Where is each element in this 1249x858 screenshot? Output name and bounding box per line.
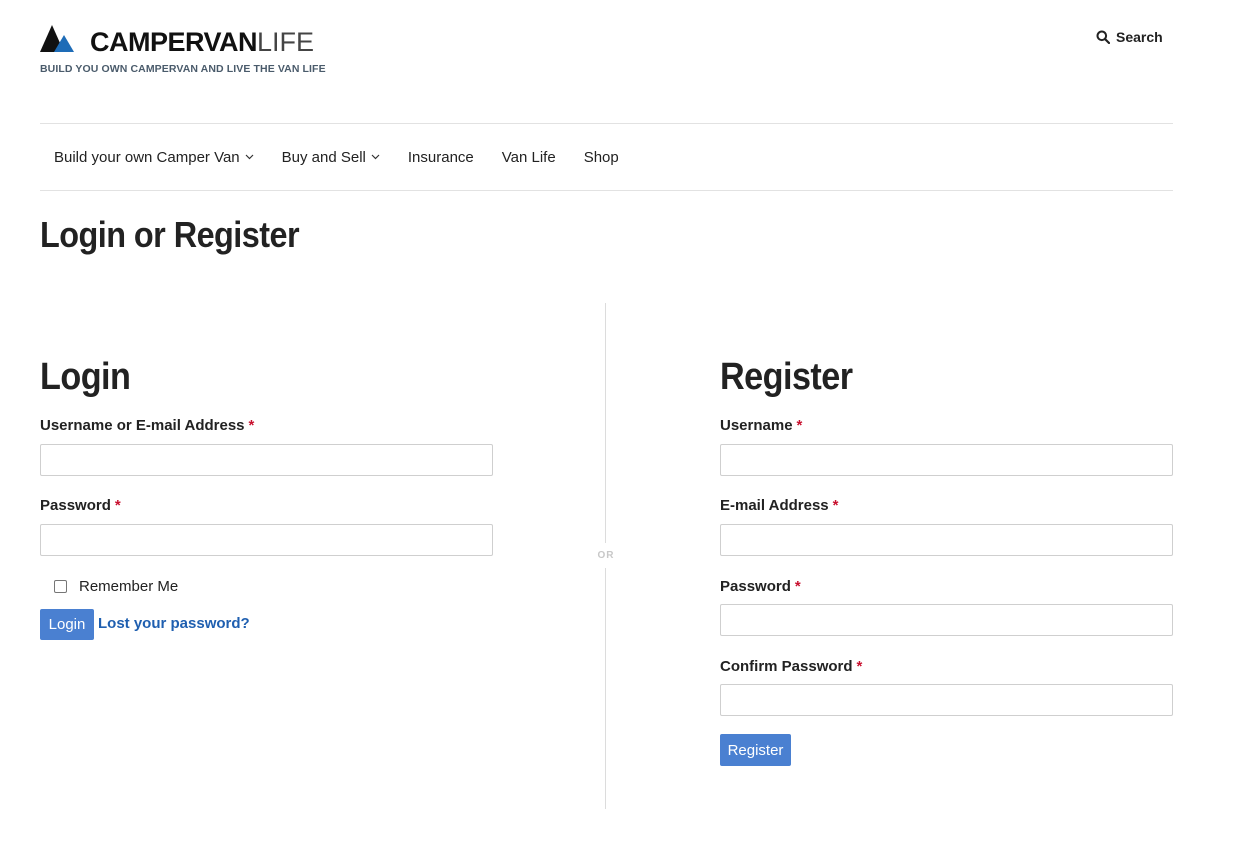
required-marker: * [114, 497, 121, 514]
register-confirm-password-label-text: Confirm Password [720, 658, 853, 675]
logo-text-bold: CAMPERVAN [90, 27, 258, 57]
register-email-label-text: E-mail Address [720, 497, 829, 514]
chevron-down-icon [245, 154, 254, 160]
register-confirm-password-input[interactable] [720, 684, 1173, 716]
nav-item-label: Build your own Camper Van [54, 148, 240, 166]
column-divider-top [605, 303, 606, 543]
login-password-label: Password * [40, 497, 121, 514]
chevron-down-icon [371, 154, 380, 160]
register-password-input[interactable] [720, 604, 1173, 636]
nav-item-label: Insurance [407, 148, 474, 166]
register-title: Register [720, 356, 853, 398]
site-logo[interactable]: CAMPERVANLIFE [90, 27, 314, 57]
register-username-label-text: Username [720, 417, 793, 434]
register-username-input[interactable] [720, 444, 1173, 476]
nav-item-buy-and-sell[interactable]: Buy and Sell [268, 124, 394, 190]
site-tagline: BUILD YOU OWN CAMPERVAN AND LIVE THE VAN… [40, 63, 326, 75]
register-email-label: E-mail Address * [720, 497, 839, 514]
nav-item-build-your-own-camper-van[interactable]: Build your own Camper Van [40, 124, 268, 190]
search-button[interactable]: Search [1096, 28, 1163, 46]
page-title: Login or Register [40, 214, 300, 255]
nav-item-label: Shop [583, 148, 619, 166]
required-marker: * [248, 417, 255, 434]
remember-me-label[interactable]: Remember Me [79, 578, 178, 595]
search-icon [1096, 30, 1110, 44]
register-button[interactable]: Register [720, 734, 791, 766]
nav-item-label: Van Life [501, 148, 556, 166]
required-marker: * [832, 497, 839, 514]
remember-me-row: Remember Me [54, 578, 178, 595]
column-divider-bottom [605, 568, 606, 809]
nav-item-insurance[interactable]: Insurance [394, 124, 488, 190]
register-username-label: Username * [720, 417, 802, 434]
divider-or-text: OR [597, 550, 615, 561]
nav-item-van-life[interactable]: Van Life [488, 124, 570, 190]
login-title: Login [40, 356, 131, 398]
register-email-input[interactable] [720, 524, 1173, 556]
login-username-label-text: Username or E-mail Address [40, 417, 245, 434]
register-password-label-text: Password [720, 578, 791, 595]
login-username-label: Username or E-mail Address * [40, 417, 254, 434]
login-password-label-text: Password [40, 497, 111, 514]
login-password-input[interactable] [40, 524, 493, 556]
search-label: Search [1116, 29, 1163, 45]
mountain-logo-icon[interactable] [40, 25, 74, 53]
nav-item-label: Buy and Sell [281, 148, 366, 166]
remember-me-checkbox[interactable] [54, 580, 67, 593]
login-button[interactable]: Login [40, 609, 94, 640]
login-username-input[interactable] [40, 444, 493, 476]
main-nav: Build your own Camper Van Buy and Sell I… [40, 124, 633, 190]
logo-text-light: LIFE [257, 27, 315, 57]
register-confirm-password-label: Confirm Password * [720, 658, 862, 675]
lost-password-link[interactable]: Lost your password? [98, 615, 250, 632]
required-marker: * [856, 658, 863, 675]
required-marker: * [794, 578, 801, 595]
nav-item-shop[interactable]: Shop [570, 124, 633, 190]
nav-bottom-divider [40, 190, 1173, 191]
required-marker: * [796, 417, 803, 434]
register-password-label: Password * [720, 578, 801, 595]
